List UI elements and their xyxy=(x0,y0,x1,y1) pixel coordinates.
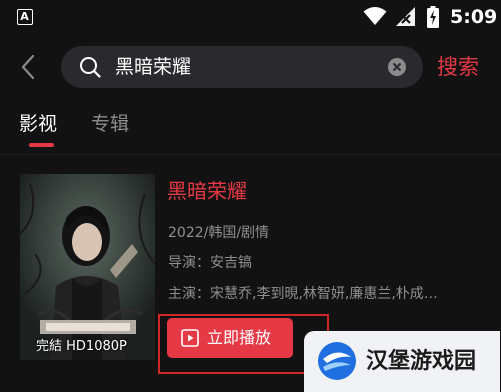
poster-status-label: 完結 HD1080P xyxy=(36,339,127,354)
play-now-button[interactable]: 立即播放 xyxy=(167,318,293,358)
result-cast: 主演：宋慧乔,李到晛,林智妍,廉惠兰,朴成… xyxy=(168,286,438,302)
result-director: 导演：安吉镐 xyxy=(168,255,252,271)
battery-charging-icon xyxy=(427,6,439,28)
search-button[interactable]: 搜索 xyxy=(437,50,479,84)
tab-divider xyxy=(0,154,501,155)
active-tab-indicator xyxy=(29,143,54,147)
poster-artwork xyxy=(20,174,155,360)
clear-icon[interactable] xyxy=(388,58,406,76)
status-bar: A 5:09 xyxy=(0,0,501,36)
app-indicator-glyph: A xyxy=(20,10,29,23)
tab-video[interactable]: 影视 xyxy=(19,110,57,138)
search-input[interactable]: 黑暗荣耀 xyxy=(115,46,191,88)
result-meta: 2022/韩国/剧情 xyxy=(168,225,270,241)
signal-off-icon xyxy=(396,7,415,26)
wifi-icon xyxy=(363,7,387,25)
search-icon xyxy=(80,57,101,78)
tab-album[interactable]: 专辑 xyxy=(91,110,129,138)
play-now-label: 立即播放 xyxy=(207,328,272,347)
back-icon[interactable] xyxy=(18,54,38,80)
search-box[interactable]: 黑暗荣耀 xyxy=(61,46,423,88)
status-time: 5:09 xyxy=(450,6,498,28)
app-indicator-icon: A xyxy=(17,9,33,25)
watermark-logo-icon xyxy=(318,342,356,380)
result-title[interactable]: 黑暗荣耀 xyxy=(167,177,247,205)
poster-image[interactable]: 完結 HD1080P xyxy=(20,174,155,360)
watermark-text: 汉堡游戏园 xyxy=(366,349,477,374)
play-icon xyxy=(181,329,199,347)
watermark-badge: 汉堡游戏园 xyxy=(304,331,500,392)
